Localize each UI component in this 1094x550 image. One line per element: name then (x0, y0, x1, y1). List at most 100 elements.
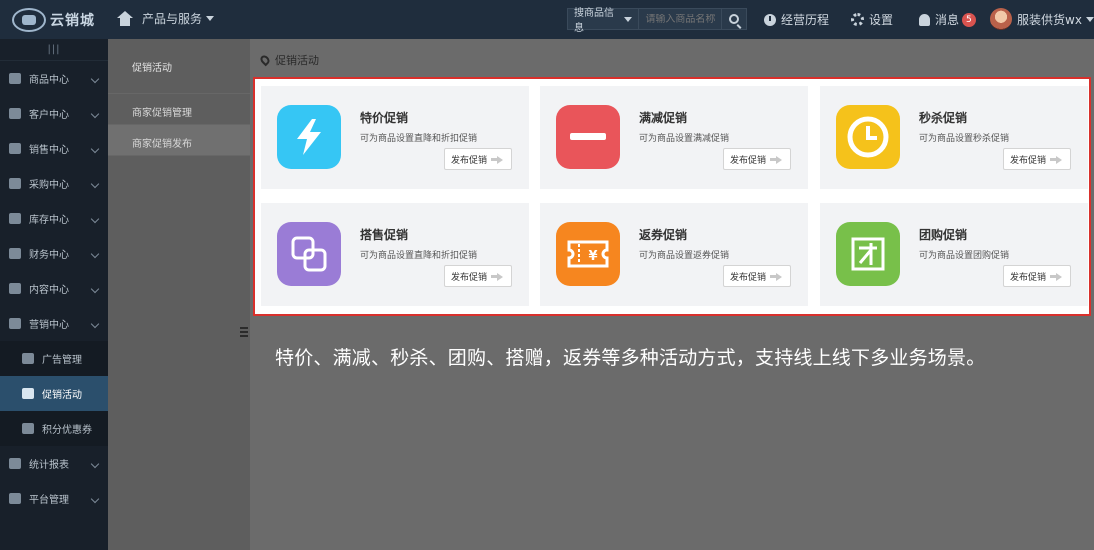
promo-description: 可为商品设置秒杀促销 (919, 134, 1010, 144)
breadcrumb: 促销活动 (258, 52, 319, 68)
sidebar-item-purchasing[interactable]: 采购中心 (0, 166, 108, 201)
search-input[interactable] (639, 13, 722, 25)
search-category-label: 搜商品信息 (574, 8, 614, 34)
sidebar-subitem-promotions[interactable]: 促销活动 (0, 376, 108, 411)
publish-promo-label: 发布促销 (451, 272, 488, 283)
home-icon (116, 10, 134, 27)
messages-link[interactable]: 消息 5 (919, 11, 976, 28)
promo-description: 可为商品设置满减促销 (639, 134, 730, 144)
sidebar-item-sales[interactable]: 销售中心 (0, 131, 108, 166)
yuan-icon (9, 248, 21, 259)
promo-types-panel: 特价促销 可为商品设置直降和折扣促销 发布促销 满减促销 可为商品设置满减促销 … (253, 77, 1091, 316)
coupon-yuan-icon: ¥ (556, 222, 620, 286)
promo-description: 可为商品设置直降和折扣促销 (360, 134, 478, 144)
megaphone-icon (22, 353, 34, 364)
publish-promo-button[interactable]: 发布促销 (1003, 148, 1071, 170)
publish-promo-label: 发布促销 (730, 155, 767, 166)
search-bar: 搜商品信息 (567, 8, 747, 34)
products-services-menu[interactable]: 产品与服务 (116, 10, 215, 27)
sidebar-item-label: 广告管理 (42, 355, 82, 366)
promo-icon (22, 388, 34, 399)
chevron-down-icon (90, 319, 100, 329)
chevron-down-icon (90, 109, 100, 119)
sidebar-item-label: 积分优惠券 (42, 425, 92, 436)
subnav-item-publish[interactable]: 商家促销发布 (108, 125, 250, 156)
sidebar-item-label: 商品中心 (29, 75, 69, 86)
search-category-select[interactable]: 搜商品信息 (568, 8, 640, 34)
logo-text: 云销城 (50, 12, 95, 29)
user-icon (9, 108, 21, 119)
svg-text:¥: ¥ (588, 249, 597, 264)
main-sidebar: ||| 商品中心 客户中心 销售中心 采购中心 库存中心 财务中心 内容中心 营… (0, 39, 108, 550)
publish-promo-label: 发布促销 (1010, 272, 1047, 283)
secondary-sidebar-title: 促销活动 (108, 39, 250, 94)
message-count-badge: 5 (962, 12, 976, 27)
products-services-label: 产品与服务 (142, 12, 203, 26)
history-link[interactable]: 经营历程 (764, 11, 829, 28)
user-menu[interactable]: 服装供货wx (990, 8, 1094, 30)
sidebar-item-reports[interactable]: 统计报表 (0, 446, 108, 481)
search-button[interactable] (721, 9, 746, 29)
publish-promo-label: 发布促销 (1010, 155, 1047, 166)
sidebar-item-content[interactable]: 内容中心 (0, 271, 108, 306)
publish-promo-button[interactable]: 发布促销 (723, 265, 791, 287)
arrow-right-icon (491, 273, 503, 281)
sidebar-subitem-points-coupons[interactable]: 积分优惠券 (0, 411, 108, 446)
clock-icon (764, 13, 776, 26)
bag-icon (9, 73, 21, 84)
sidebar-item-label: 财务中心 (29, 250, 69, 261)
promo-title: 团购促销 (919, 228, 968, 242)
location-pin-icon (258, 53, 272, 67)
sidebar-item-label: 促销活动 (42, 390, 82, 401)
bundle-icon (277, 222, 341, 286)
settings-link[interactable]: 设置 (851, 11, 893, 28)
sidebar-item-finance[interactable]: 财务中心 (0, 236, 108, 271)
chevron-down-icon (90, 144, 100, 154)
sidebar-item-label: 统计报表 (29, 460, 69, 471)
sidebar-subitem-ads[interactable]: 广告管理 (0, 341, 108, 376)
publish-promo-label: 发布促销 (730, 272, 767, 283)
brand-logo[interactable]: 云销城 (12, 6, 108, 33)
sidebar-collapse-toggle[interactable]: ||| (0, 39, 108, 61)
publish-promo-label: 发布促销 (451, 155, 488, 166)
group-icon (836, 222, 900, 286)
publish-promo-button[interactable]: 发布促销 (444, 148, 512, 170)
chevron-down-icon (90, 214, 100, 224)
sidebar-item-label: 采购中心 (29, 180, 69, 191)
chevron-down-icon (90, 74, 100, 84)
arrow-right-icon (1050, 156, 1062, 164)
box-icon (9, 213, 21, 224)
promo-description: 可为商品设置团购促销 (919, 251, 1010, 261)
sidebar-item-customers[interactable]: 客户中心 (0, 96, 108, 131)
clock-icon (836, 105, 900, 169)
publish-promo-button[interactable]: 发布促销 (1003, 265, 1071, 287)
sidebar-item-products[interactable]: 商品中心 (0, 61, 108, 96)
arrow-right-icon (1050, 273, 1062, 281)
panel-collapse-handle[interactable] (240, 327, 250, 339)
chevron-down-icon (90, 284, 100, 294)
chevron-down-icon (90, 494, 100, 504)
promo-title: 特价促销 (360, 111, 409, 125)
publish-promo-button[interactable]: 发布促销 (723, 148, 791, 170)
sidebar-item-marketing[interactable]: 营销中心 (0, 306, 108, 341)
user-name: 服装供货wx (1017, 12, 1082, 27)
feature-caption: 特价、满减、秒杀、团购、搭赠，返券等多种活动方式，支持线上线下多业务场景。 (275, 347, 986, 369)
publish-promo-button[interactable]: 发布促销 (444, 265, 512, 287)
sidebar-item-inventory[interactable]: 库存中心 (0, 201, 108, 236)
promo-card-special-price: 特价促销 可为商品设置直降和折扣促销 发布促销 (261, 86, 529, 189)
promo-card-group-buy: 团购促销 可为商品设置团购促销 发布促销 (820, 203, 1088, 306)
search-icon (729, 14, 740, 24)
promo-card-flash-sale: 秒杀促销 可为商品设置秒杀促销 发布促销 (820, 86, 1088, 189)
sidebar-item-label: 内容中心 (29, 285, 69, 296)
gear-icon (851, 13, 864, 26)
chevron-down-icon (90, 249, 100, 259)
tag-icon (9, 318, 21, 329)
settings-label: 设置 (869, 13, 894, 27)
bell-icon (919, 13, 930, 26)
chevron-down-icon (624, 16, 633, 22)
subnav-item-manage[interactable]: 商家促销管理 (108, 94, 250, 125)
avatar (990, 8, 1012, 30)
sidebar-item-platform[interactable]: 平台管理 (0, 481, 108, 516)
chevron-down-icon (90, 179, 100, 189)
sidebar-item-label: 客户中心 (29, 110, 69, 121)
